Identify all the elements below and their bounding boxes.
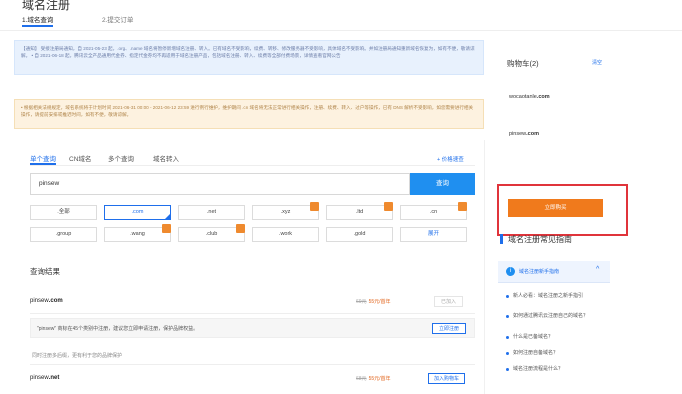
guide-accent-bar	[500, 234, 503, 244]
cart-clear-link[interactable]: 清空	[592, 59, 602, 66]
tld-net[interactable]: .net	[178, 205, 245, 220]
chevron-up-icon[interactable]: ^	[596, 266, 599, 273]
bullet-icon	[506, 295, 509, 298]
result-row: pinsew.com 69元 55元/首年 已加入	[30, 296, 475, 310]
result-row: pinsew.net 68元 55元/首年 加入购物车	[30, 373, 475, 387]
bullet-icon	[506, 336, 509, 339]
guide-link[interactable]: 什么是已备域名？	[506, 334, 610, 341]
tld-club[interactable]: .club	[178, 227, 245, 242]
tld-wang[interactable]: .wang	[104, 227, 171, 242]
tld-work[interactable]: .work	[252, 227, 319, 242]
step-query[interactable]: 1.域名查询	[22, 14, 54, 27]
cart-title: 购物车(2)	[507, 59, 539, 68]
domain-search-input[interactable]: pinsew	[30, 173, 410, 195]
tld-expand-button[interactable]: 展开	[400, 227, 467, 242]
discount-icon	[310, 202, 319, 211]
info-icon: i	[506, 267, 515, 276]
bullet-icon	[506, 352, 509, 355]
add-to-cart-button[interactable]: 加入购物车	[428, 373, 466, 384]
row-divider	[30, 364, 475, 365]
discount-icon	[458, 202, 467, 211]
result-price: 68元 55元/首年	[356, 376, 391, 382]
notice-info: 【通知】 受接注册局通知，自 2021-05-23 起，.org、.name 域…	[14, 40, 484, 75]
tld-gold[interactable]: .gold	[326, 227, 393, 242]
guide-link[interactable]: 域名注册流程是什么？	[506, 366, 610, 373]
header-divider	[0, 30, 682, 31]
guide-title: 域名注册常见指南	[508, 235, 572, 244]
column-divider	[484, 140, 485, 394]
step-submit-order[interactable]: 2.提交订单	[102, 14, 133, 24]
discount-icon	[236, 224, 245, 233]
result-domain: pinsew.net	[30, 375, 60, 381]
multi-suffix-hint: 同时注册多后缀，更有利于您的品牌保护	[32, 353, 123, 359]
trademark-protect-text: "pinsew" 商标在45个类别中注册，建议您立即申请注册，保护品牌权益。	[37, 326, 199, 332]
tld-cn[interactable]: .cn	[400, 205, 467, 220]
tab-multi-query[interactable]: 多个查询	[108, 153, 134, 163]
register-now-button[interactable]: 立即注册	[431, 323, 466, 334]
search-button[interactable]: 查询	[410, 173, 475, 195]
guide-section-label[interactable]: 域名注册新手指南	[519, 268, 559, 275]
tld-ltd[interactable]: .ltd	[326, 205, 393, 220]
bullet-icon	[506, 368, 509, 371]
price-lookup-link[interactable]: + 价格速查	[437, 155, 464, 163]
tab-cn-domain[interactable]: CN域名	[69, 153, 91, 163]
tld-all[interactable]: .全部	[30, 205, 97, 220]
bullet-icon	[506, 315, 509, 318]
tab-single-query[interactable]: 单个查询	[30, 153, 56, 165]
row-divider	[30, 313, 475, 314]
discount-icon	[384, 202, 393, 211]
guide-link[interactable]: 新人必看：域名注册之新手指引	[506, 293, 610, 300]
tld-group[interactable]: .group	[30, 227, 97, 242]
tld-com[interactable]: .com	[104, 205, 171, 220]
notice-warning: • 根据相关法规规定，域名系统将于计划时间 2021-06-31 00:00 -…	[14, 99, 484, 129]
result-price: 69元 55元/首年	[356, 299, 391, 305]
trademark-protect-box: "pinsew" 商标在45个类别中注册，建议您立即申请注册，保护品牌权益。 立…	[30, 318, 475, 338]
discount-icon	[162, 224, 171, 233]
results-title: 查询结果	[30, 267, 60, 276]
cart-item: pinsew.com	[509, 131, 539, 137]
tld-xyz[interactable]: .xyz	[252, 205, 319, 220]
cart-item: wocaotanle.com	[509, 94, 550, 100]
guide-link[interactable]: 如何注册自备域名？	[506, 350, 610, 357]
page-title: 域名注册	[22, 0, 71, 12]
result-status-badge: 已加入	[434, 296, 464, 307]
tab-domain-transfer[interactable]: 域名转入	[153, 153, 179, 163]
highlight-box	[497, 184, 628, 236]
result-domain: pinsew.com	[30, 298, 63, 304]
tabs-divider	[30, 165, 475, 166]
guide-link[interactable]: 如何通过腾讯云注册自己的域名？	[506, 313, 610, 320]
